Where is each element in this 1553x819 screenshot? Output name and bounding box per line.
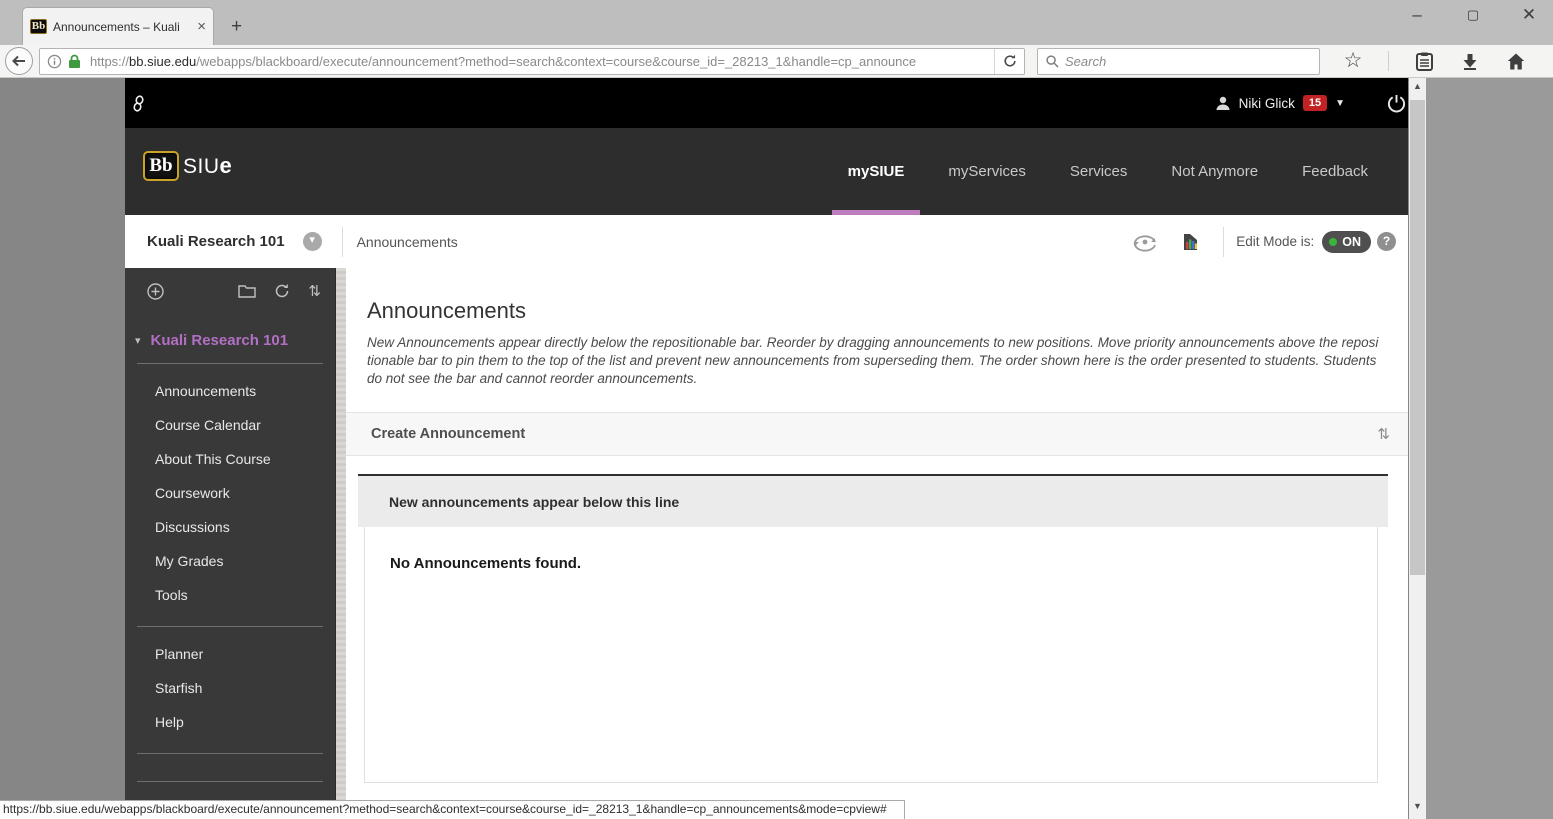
refresh-icon[interactable]: [274, 283, 290, 299]
url-text: https://bb.siue.edu/webapps/blackboard/e…: [90, 54, 994, 69]
tab-close-icon[interactable]: ×: [197, 18, 206, 35]
edit-mode-toggle[interactable]: ON: [1322, 231, 1371, 253]
create-announcement-button[interactable]: Create Announcement ⇅: [346, 412, 1408, 456]
sidebar-item-coursework[interactable]: Coursework: [125, 476, 335, 510]
theme-picker-icon[interactable]: [1182, 233, 1199, 251]
help-button[interactable]: ?: [1377, 232, 1396, 251]
sidebar-item-planner[interactable]: Planner: [125, 637, 335, 671]
sidebar-divider: [137, 781, 323, 782]
sidebar-course-title[interactable]: Kuali Research 101: [151, 332, 289, 349]
blackboard-favicon-icon: Bb: [30, 19, 47, 34]
site-name: SIUe: [183, 153, 232, 179]
repositionable-bar-label: New announcements appear below this line: [389, 494, 679, 510]
course-breadcrumb-bar: Kuali Research 101 ▾ Announcements: [125, 215, 1408, 268]
sidebar-item-discussions[interactable]: Discussions: [125, 510, 335, 544]
search-icon: [1046, 55, 1059, 68]
sidebar-resize-handle[interactable]: [335, 268, 346, 819]
page-viewport: Niki Glick 15 ▼ Bb SIUe my: [0, 78, 1409, 819]
maximize-button[interactable]: ▢: [1457, 2, 1489, 28]
breadcrumb-divider: [342, 227, 343, 257]
scroll-down-arrow-icon[interactable]: ▼: [1409, 798, 1426, 815]
lock-icon: [68, 54, 81, 69]
sidebar-item-tools[interactable]: Tools: [125, 578, 335, 612]
reload-icon: [1003, 54, 1017, 68]
sidebar-item-announcements[interactable]: Announcements: [125, 374, 335, 408]
student-preview-icon[interactable]: [1132, 232, 1158, 252]
reorder-announcements-icon[interactable]: ⇅: [1377, 425, 1390, 443]
back-arrow-icon: [12, 55, 26, 67]
reading-list-icon[interactable]: [1413, 50, 1435, 72]
bookmark-star-icon[interactable]: ☆: [1342, 50, 1364, 72]
breadcrumb-course-title: Kuali Research 101: [147, 233, 285, 250]
titlebar: Bb Announcements – Kuali R... × + – ▢ ✕: [0, 0, 1553, 45]
new-tab-button[interactable]: +: [231, 16, 242, 38]
user-icon: [1215, 95, 1231, 111]
page-title: Announcements: [367, 298, 1378, 324]
nav-tab-feedback[interactable]: Feedback: [1280, 128, 1390, 215]
chevron-down-icon: ▼: [1335, 98, 1345, 109]
window-background: [1426, 78, 1553, 819]
no-announcements-message: No Announcements found.: [390, 555, 581, 572]
close-button[interactable]: ✕: [1513, 2, 1545, 28]
vertical-scrollbar[interactable]: ▲ ▼: [1409, 78, 1426, 819]
sidebar-item-help[interactable]: Help: [125, 705, 335, 739]
browser-toolbar: https://bb.siue.edu/webapps/blackboard/e…: [0, 45, 1553, 78]
global-user-bar: Niki Glick 15 ▼: [125, 78, 1408, 128]
repositionable-bar[interactable]: New announcements appear below this line: [358, 474, 1388, 527]
toolbar-divider: [1388, 51, 1389, 71]
course-menu-sidebar: ⇅ ▾ Kuali Research 101 Announcements Cou…: [125, 268, 335, 819]
scroll-up-arrow-icon[interactable]: ▲: [1409, 78, 1426, 95]
create-announcement-label: Create Announcement: [371, 426, 525, 442]
reload-button[interactable]: [994, 49, 1024, 74]
course-collapse-caret-icon[interactable]: ▾: [135, 334, 141, 347]
back-button[interactable]: [5, 47, 33, 75]
sidebar-item-starfish[interactable]: Starfish: [125, 671, 335, 705]
nav-tab-not-anymore[interactable]: Not Anymore: [1149, 128, 1280, 215]
sidebar-item-course-calendar[interactable]: Course Calendar: [125, 408, 335, 442]
search-placeholder: Search: [1065, 54, 1106, 69]
scrollbar-thumb[interactable]: [1410, 100, 1425, 575]
siue-logo[interactable]: Bb SIUe: [143, 151, 232, 181]
user-menu[interactable]: Niki Glick 15 ▼: [1215, 95, 1345, 111]
status-bar-link: https://bb.siue.edu/webapps/blackboard/e…: [0, 800, 905, 819]
sidebar-divider: [137, 753, 323, 754]
course-menu-chevron-icon[interactable]: ▾: [303, 232, 322, 251]
minimize-button[interactable]: –: [1401, 2, 1433, 28]
browser-window: Bb Announcements – Kuali R... × + – ▢ ✕: [0, 0, 1553, 819]
add-menu-item-icon[interactable]: [147, 283, 164, 300]
breadcrumb-page: Announcements: [357, 234, 458, 250]
download-icon[interactable]: [1459, 50, 1481, 72]
edit-mode-on-dot: [1329, 238, 1337, 246]
sidebar-item-about-this-course[interactable]: About This Course: [125, 442, 335, 476]
edit-mode-state: ON: [1342, 235, 1361, 249]
top-navigation: mySIUE myServices Services Not Anymore F…: [826, 128, 1390, 215]
search-input[interactable]: Search: [1037, 48, 1320, 75]
sidebar-item-my-grades[interactable]: My Grades: [125, 544, 335, 578]
info-icon[interactable]: [47, 54, 62, 69]
edit-mode-divider: [1223, 227, 1224, 257]
nav-tab-myservices[interactable]: myServices: [926, 128, 1048, 215]
keyboard-reorder-icon[interactable]: ⇅: [308, 282, 321, 300]
browser-tab[interactable]: Bb Announcements – Kuali R... ×: [22, 7, 214, 45]
user-name: Niki Glick: [1239, 96, 1295, 111]
logout-power-icon[interactable]: [1387, 94, 1406, 113]
notifications-badge[interactable]: 15: [1303, 95, 1327, 111]
nav-tab-services[interactable]: Services: [1048, 128, 1150, 215]
tab-title: Announcements – Kuali R...: [53, 20, 181, 34]
url-bar[interactable]: https://bb.siue.edu/webapps/blackboard/e…: [39, 48, 1025, 75]
home-icon[interactable]: [1505, 50, 1527, 72]
brand-header: Bb SIUe mySIUE myServices Services Not A…: [125, 128, 1408, 215]
announcements-list: No Announcements found.: [364, 527, 1378, 783]
page-description: New Announcements appear directly below …: [367, 334, 1382, 388]
main-content: Announcements New Announcements appear d…: [346, 268, 1408, 819]
quick-links-icon[interactable]: [132, 95, 145, 112]
folder-view-icon[interactable]: [238, 284, 256, 298]
edit-mode-label: Edit Mode is:: [1236, 234, 1314, 249]
blackboard-logo-icon: Bb: [143, 151, 179, 181]
nav-tab-mysiue[interactable]: mySIUE: [826, 128, 927, 215]
url-domain: bb.siue.edu: [129, 54, 196, 69]
